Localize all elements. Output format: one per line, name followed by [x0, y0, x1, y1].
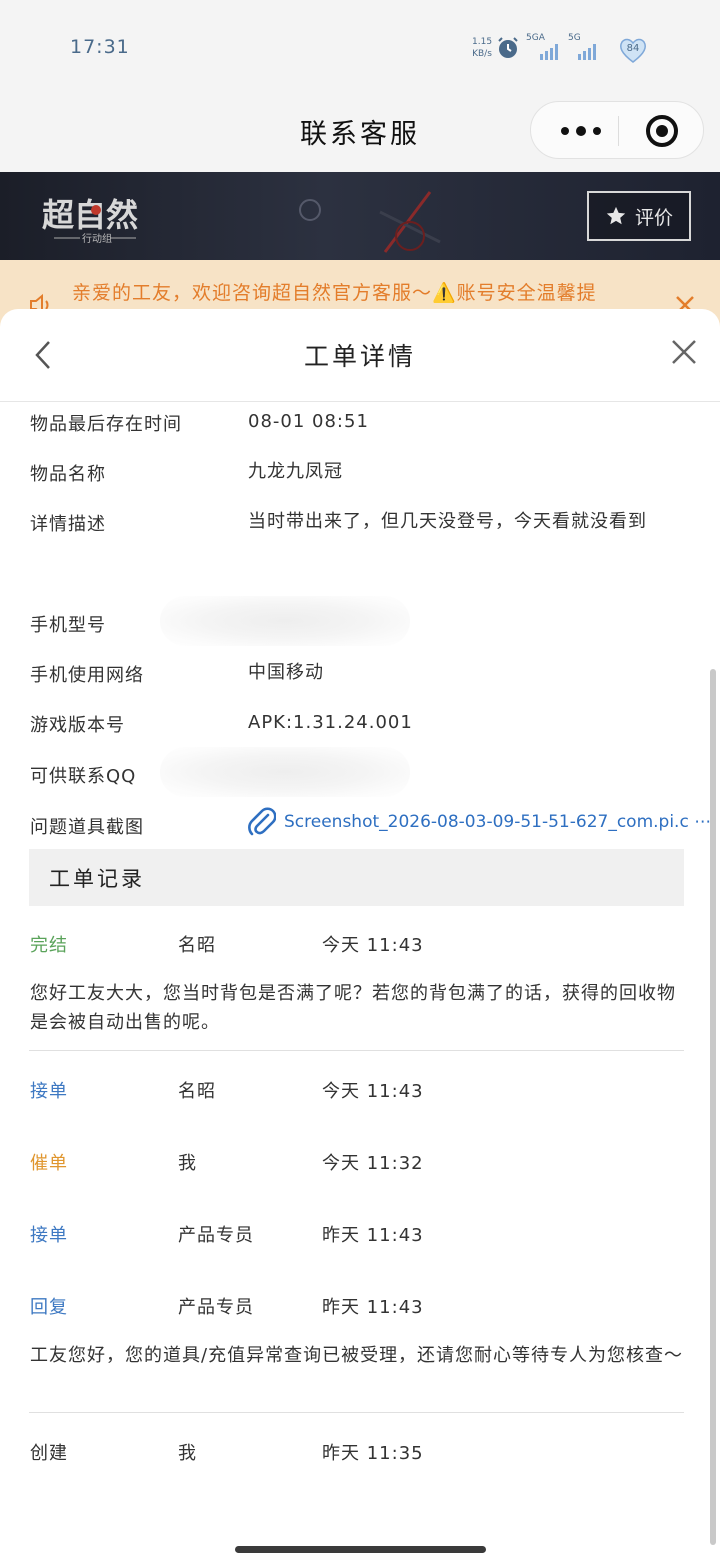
field-value: 08-01 08:51 — [248, 411, 369, 432]
game-logo: 超自然 行动组 — [42, 196, 138, 245]
records-header: 工单记录 — [29, 849, 684, 906]
record-status: 催单 — [30, 1153, 68, 1174]
record-time: 今天 11:32 — [322, 1153, 424, 1174]
battery-icon: 84 — [618, 35, 648, 65]
attachment-filename: Screenshot_2026-08-03-09-51-51-627_com.p… — [284, 812, 712, 832]
capsule-divider — [618, 116, 619, 146]
mini-program-capsule — [530, 101, 704, 159]
record-message: 您好工友大大，您当时背包是否满了呢？若您的背包满了的话，获得的回收物是会被自动出… — [30, 983, 676, 1033]
notice-text: 亲爱的工友，欢迎咨询超自然官方客服～⚠️账号安全温馨提 — [72, 282, 597, 304]
network-speed: 1.15 KB/s — [472, 36, 492, 60]
attachment-link[interactable]: Screenshot_2026-08-03-09-51-51-627_com.p… — [248, 807, 711, 837]
network-speed-value: 1.15 — [472, 37, 493, 47]
star-icon — [606, 206, 626, 225]
game-banner: 超自然 行动组 评价 — [0, 172, 720, 260]
field-label: 问题道具截图 — [30, 817, 144, 838]
field-value: 当时带出来了，但几天没登号，今天看就没看到 — [248, 511, 647, 532]
nav-bar: 联系客服 — [0, 96, 720, 172]
record-status: 接单 — [30, 1081, 68, 1102]
home-indicator[interactable] — [235, 1546, 486, 1553]
sheet-title: 工单详情 — [303, 342, 416, 371]
record-status: 接单 — [30, 1225, 68, 1246]
network-speed-unit: KB/s — [472, 49, 492, 59]
rate-button[interactable]: 评价 — [587, 191, 691, 241]
record-divider — [29, 1412, 684, 1413]
record-agent: 我 — [178, 1443, 197, 1464]
field-value: 中国移动 — [248, 662, 324, 683]
battery-level: 84 — [626, 43, 640, 54]
signal-icon — [540, 44, 558, 60]
more-icon[interactable] — [555, 116, 607, 146]
sheet-header: 工单详情 — [0, 309, 720, 402]
record-agent: 我 — [178, 1153, 197, 1174]
record-time: 今天 11:43 — [322, 935, 424, 956]
redacted-value — [160, 596, 410, 646]
record-divider — [29, 1050, 684, 1051]
record-time: 昨天 11:43 — [322, 1297, 424, 1318]
redacted-value — [160, 747, 410, 797]
record-time: 昨天 11:43 — [322, 1225, 424, 1246]
svg-text:行动组: 行动组 — [82, 232, 112, 245]
records-title: 工单记录 — [49, 867, 145, 891]
record-agent: 产品专员 — [178, 1225, 254, 1246]
field-label: 详情描述 — [30, 514, 106, 535]
field-label: 物品最后存在时间 — [30, 414, 182, 435]
scrollbar[interactable] — [710, 669, 716, 1545]
close-mini-program-icon[interactable] — [645, 114, 679, 148]
record-agent: 产品专员 — [178, 1297, 254, 1318]
record-status: 创建 — [30, 1443, 68, 1464]
record-message: 工友您好，您的道具/充值异常查询已被受理，还请您耐心等待专人为您核查～ — [30, 1345, 684, 1366]
record-status: 完结 — [30, 935, 68, 956]
signal-icon — [578, 44, 596, 60]
svg-text:超自然: 超自然 — [42, 196, 138, 234]
field-label: 手机使用网络 — [30, 665, 144, 686]
record-agent: 名昭 — [178, 1081, 216, 1102]
rate-label: 评价 — [634, 206, 673, 229]
alarm-icon — [498, 37, 518, 58]
record-time: 今天 11:43 — [322, 1081, 424, 1102]
close-icon[interactable] — [670, 338, 698, 366]
field-value: 九龙九凤冠 — [248, 461, 343, 482]
paperclip-icon — [248, 807, 276, 836]
record-status: 回复 — [30, 1297, 68, 1318]
status-bar: 17:31 1.15 KB/s 5GA 5G 84 — [0, 0, 720, 96]
record-agent: 名昭 — [178, 935, 216, 956]
ticket-detail-sheet: 工单详情 物品最后存在时间 08-01 08:51 物品名称 九龙九凤冠 详情描… — [0, 309, 720, 1565]
field-label: 物品名称 — [30, 464, 106, 485]
field-label: 游戏版本号 — [30, 715, 125, 736]
field-value: APK:1.31.24.001 — [248, 712, 413, 733]
status-time: 17:31 — [70, 36, 130, 58]
banner-decoration — [299, 191, 441, 253]
record-time: 昨天 11:35 — [322, 1443, 424, 1464]
